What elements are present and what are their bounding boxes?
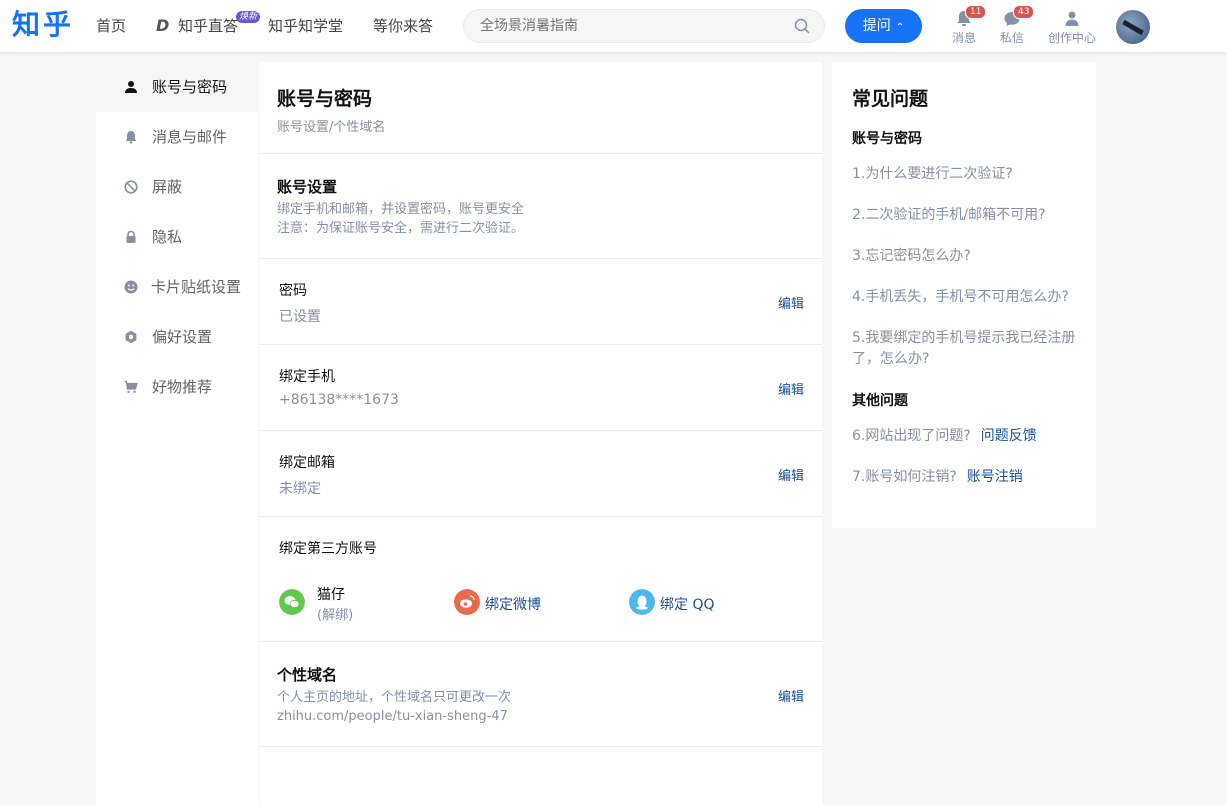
sidebar-item-block[interactable]: 屏蔽 [96, 162, 258, 212]
weibo-icon [454, 589, 480, 615]
faq-question[interactable]: 2.二次验证的手机/邮箱不可用? [852, 205, 1080, 226]
divider [259, 641, 822, 642]
nav-waiting-answers[interactable]: 等你来答 [373, 17, 433, 35]
account-settings-desc: 绑定手机和邮箱，并设置密码，账号更安全 [277, 202, 525, 217]
sidebar-item-notifications-email[interactable]: 消息与邮件 [96, 112, 258, 162]
ask-question-button[interactable]: 提问 ⌃ [845, 9, 922, 43]
new-badge: 焕新 [236, 11, 261, 23]
custom-domain-url: zhihu.com/people/tu-xian-sheng-47 [277, 709, 508, 724]
bell-icon [125, 131, 137, 144]
faq-question[interactable]: 1.为什么要进行二次验证? [852, 164, 1080, 185]
feedback-link[interactable]: 问题反馈 [981, 428, 1037, 444]
faq-question-text: 7.账号如何注销? [852, 469, 957, 485]
divider [259, 258, 822, 259]
sidebar-item-account-password[interactable]: 账号与密码 [96, 62, 258, 112]
phone-value: +86138****1673 [279, 392, 399, 408]
sidebar-item-label: 账号与密码 [152, 78, 228, 96]
edit-domain-link[interactable]: 编辑 [778, 686, 804, 705]
ask-label: 提问 [862, 18, 891, 34]
wechat-icon [279, 589, 305, 615]
sidebar-item-label: 卡片贴纸设置 [151, 278, 242, 296]
qq-icon [629, 589, 655, 615]
email-value: 未绑定 [279, 481, 321, 497]
user-icon [125, 81, 137, 93]
smile-icon [124, 280, 138, 294]
faq-section-account: 账号与密码 [852, 131, 922, 147]
settings-sidebar: 账号与密码 消息与邮件 屏蔽 隐私 卡片贴纸设置 偏好设置 好物推荐 [96, 62, 258, 805]
bind-weibo-link[interactable]: 绑定微博 [485, 594, 541, 614]
creator-center-button[interactable]: 创作中心 [1044, 10, 1100, 46]
nav-home[interactable]: 首页 [96, 17, 126, 35]
faq-title: 常见问题 [852, 88, 929, 110]
sidebar-item-label: 好物推荐 [152, 378, 213, 396]
sidebar-item-label: 消息与邮件 [152, 128, 228, 146]
bind-qq-link[interactable]: 绑定 QQ [660, 594, 715, 614]
sidebar-item-label: 屏蔽 [152, 178, 183, 196]
sidebar-item-label: 偏好设置 [152, 328, 213, 346]
main-panel: 账号与密码 账号设置/个性域名 账号设置 绑定手机和邮箱，并设置密码，账号更安全… [259, 62, 822, 805]
faq-question-text: 6.网站出现了问题? [852, 428, 971, 444]
faq-question[interactable]: 3.忘记密码怎么办? [852, 246, 1080, 267]
custom-domain-title: 个性域名 [277, 666, 338, 684]
sidebar-item-card-stickers[interactable]: 卡片贴纸设置 [96, 262, 258, 312]
chevron-updown-icon: ⌃ [895, 22, 905, 33]
block-icon [124, 180, 138, 194]
page-title: 账号与密码 [277, 88, 373, 110]
search-box [463, 9, 825, 43]
edit-password-link[interactable]: 编辑 [778, 293, 804, 312]
page-subtitle: 账号设置/个性域名 [277, 120, 386, 135]
faq-section-other: 其他问题 [852, 393, 908, 409]
creator-icon [1065, 11, 1079, 26]
zhida-icon: D [156, 16, 170, 35]
nav-zhixuetang[interactable]: 知乎知学堂 [268, 17, 343, 35]
sidebar-item-privacy[interactable]: 隐私 [96, 212, 258, 262]
lock-icon [126, 230, 136, 243]
cart-icon [124, 380, 138, 393]
edit-email-link[interactable]: 编辑 [778, 465, 804, 484]
faq-question-site-issue: 6.网站出现了问题? 问题反馈 [852, 426, 1080, 447]
third-party-title: 绑定第三方账号 [279, 541, 377, 557]
message-count-badge: 43 [1013, 5, 1035, 19]
creator-label: 创作中心 [1047, 31, 1096, 45]
account-settings-note: 注意：为保证账号安全，需进行二次验证。 [277, 221, 525, 236]
account-settings-title: 账号设置 [277, 178, 338, 196]
divider [259, 516, 822, 517]
password-label: 密码 [279, 283, 307, 299]
search-input[interactable] [480, 18, 780, 34]
wechat-unbind-link[interactable]: (解绑) [317, 604, 353, 623]
password-value: 已设置 [279, 309, 321, 325]
divider [259, 746, 822, 747]
messages-button[interactable]: 私信 43 [984, 5, 1040, 46]
phone-label: 绑定手机 [279, 369, 335, 385]
search-icon[interactable] [794, 18, 810, 34]
gear-icon [125, 330, 137, 344]
wechat-account-name: 猫仔 [317, 587, 345, 603]
divider [259, 344, 822, 345]
faq-panel: 常见问题 账号与密码 1.为什么要进行二次验证? 2.二次验证的手机/邮箱不可用… [832, 62, 1096, 528]
nav-zhida[interactable]: 知乎直答 [178, 17, 238, 35]
messages-label: 私信 [999, 31, 1024, 45]
divider [259, 430, 822, 431]
edit-phone-link[interactable]: 编辑 [778, 379, 804, 398]
notifications-label: 消息 [951, 31, 976, 45]
faq-question[interactable]: 4.手机丢失，手机号不可用怎么办? [852, 287, 1080, 308]
sidebar-item-preferences[interactable]: 偏好设置 [96, 312, 258, 362]
custom-domain-desc: 个人主页的地址，个性域名只可更改一次 [277, 690, 512, 705]
zhihu-logo[interactable]: 知乎 [12, 8, 74, 42]
top-header: 知乎 首页 D 知乎直答 焕新 知乎知学堂 等你来答 提问⌃ 消息 11 私信 … [0, 0, 1227, 52]
avatar[interactable] [1116, 10, 1150, 44]
divider [259, 153, 822, 154]
deactivate-account-link[interactable]: 账号注销 [967, 469, 1023, 485]
sidebar-item-recommendations[interactable]: 好物推荐 [96, 362, 258, 412]
sidebar-item-label: 隐私 [152, 228, 183, 246]
email-label: 绑定邮箱 [279, 455, 335, 471]
faq-question-deactivate: 7.账号如何注销? 账号注销 [852, 467, 1080, 488]
faq-question[interactable]: 5.我要绑定的手机号提示我已经注册了，怎么办? [852, 328, 1080, 370]
